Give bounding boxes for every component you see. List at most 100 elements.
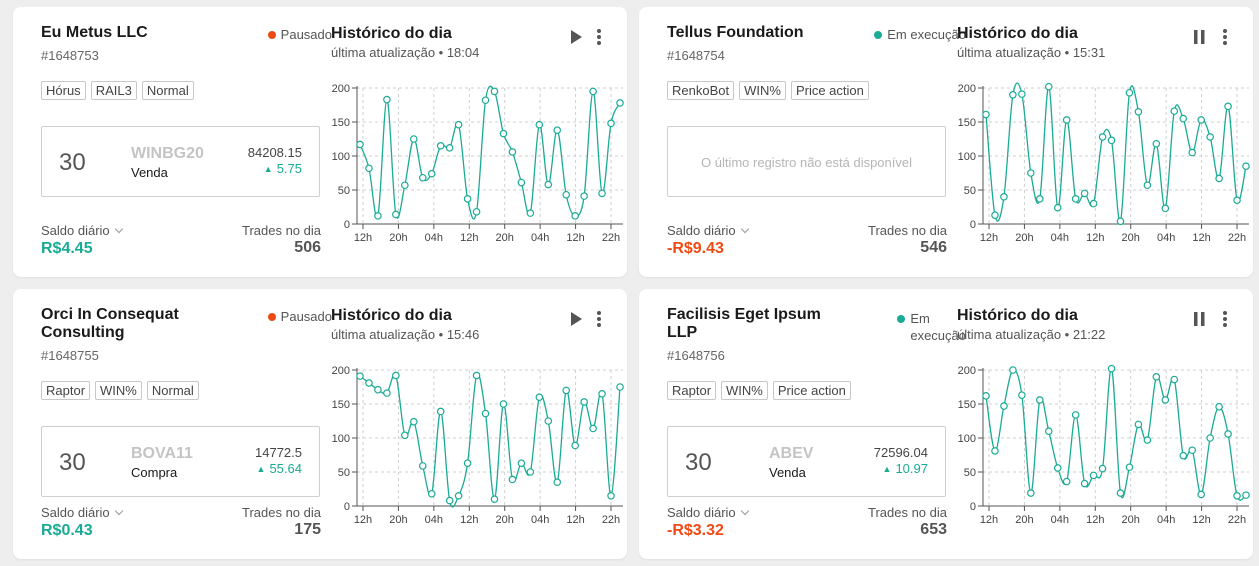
- tag: Price action: [772, 381, 851, 400]
- bot-card: Eu Metus LLC #1648753 Pausado Hórus RAIL3 Nor…: [13, 7, 627, 277]
- tag: Normal: [141, 81, 194, 100]
- data-point: [1080, 479, 1089, 488]
- order-change-value: 55.64: [269, 461, 302, 476]
- data-point: [1018, 90, 1026, 98]
- trades-label: Trades no dia: [867, 505, 947, 520]
- data-point: [1098, 464, 1107, 473]
- bot-name-line: Orci In Consequat: [41, 306, 179, 323]
- y-tick-label: 50: [338, 185, 350, 197]
- y-tick-label: 50: [964, 467, 976, 479]
- pause-icon[interactable]: [1193, 311, 1207, 332]
- tag: RAIL3: [90, 81, 137, 100]
- series-line: [985, 367, 1247, 501]
- data-point: [526, 468, 535, 476]
- bot-card: Tellus Foundation #1648754 Em execução Renk…: [639, 7, 1253, 277]
- x-tick-label: 20h: [389, 514, 407, 526]
- data-point: [1062, 116, 1071, 124]
- history-title: Histórico do dia: [957, 25, 1078, 42]
- arrow-up-icon: ▲: [263, 164, 273, 174]
- data-point: [562, 386, 571, 395]
- more-options-icon[interactable]: [597, 29, 601, 45]
- arrow-up-icon: ▲: [882, 464, 892, 474]
- play-icon[interactable]: [570, 311, 584, 332]
- data-point: [472, 207, 481, 216]
- bot-code: #1648755: [41, 348, 99, 363]
- data-point: [1107, 364, 1116, 373]
- data-point: [598, 189, 606, 198]
- x-tick-label: 20h: [496, 232, 514, 244]
- trades-label: Trades no dia: [241, 223, 321, 238]
- x-tick-label: 12h: [1192, 232, 1210, 244]
- y-tick-label: 100: [332, 433, 350, 445]
- more-options-icon[interactable]: [597, 311, 601, 327]
- bot-code: #1648756: [667, 348, 725, 363]
- series-line: [985, 82, 1247, 222]
- x-tick-label: 04h: [1051, 232, 1069, 244]
- data-point: [1027, 489, 1035, 497]
- x-tick-label: 22h: [602, 232, 620, 244]
- data-point: [1233, 196, 1241, 205]
- y-tick-label: 150: [332, 399, 350, 411]
- pause-icon[interactable]: [1193, 29, 1207, 50]
- data-point: [1134, 420, 1143, 429]
- data-point: [1098, 133, 1107, 141]
- saldo-toggle[interactable]: Saldo diário: [41, 223, 123, 238]
- data-point: [427, 169, 436, 178]
- data-point: [383, 95, 391, 104]
- tag: Normal: [146, 381, 199, 400]
- y-tick-label: 50: [964, 185, 976, 197]
- data-point: [401, 431, 409, 440]
- saldo-toggle[interactable]: Saldo diário: [41, 505, 123, 520]
- x-tick-label: 04h: [425, 514, 443, 526]
- data-point: [499, 129, 508, 138]
- x-tick-label: 04h: [531, 514, 549, 526]
- data-point: [616, 99, 624, 107]
- data-point: [571, 441, 579, 450]
- tag: RenkoBot: [667, 81, 735, 100]
- history-chart: 0 50 100 150 200 12h 20h 04h 12h 20h 04h 12h 22h: [958, 82, 1250, 244]
- data-point: [1000, 402, 1008, 410]
- order-change: ▲ 10.97: [883, 461, 928, 476]
- more-options-icon[interactable]: [1223, 311, 1227, 327]
- data-point: [490, 495, 499, 504]
- data-point: [374, 212, 382, 220]
- data-point: [1009, 366, 1017, 374]
- data-point: [580, 192, 588, 200]
- data-point: [508, 148, 517, 156]
- saldo-toggle[interactable]: Saldo diário: [667, 505, 749, 520]
- tag-list: Raptor WIN% Normal: [41, 381, 199, 400]
- trades-value: 506: [294, 239, 321, 256]
- bot-name-line: Eu Metus LLC: [41, 24, 148, 41]
- x-tick-label: 20h: [389, 232, 407, 244]
- play-icon[interactable]: [570, 29, 584, 50]
- status-text-line: Pausado: [280, 27, 332, 42]
- data-point: [383, 389, 391, 397]
- saldo-value: -R$9.43: [667, 240, 724, 257]
- saldo-label: Saldo diário: [667, 505, 736, 520]
- bot-name-line: Facilisis Eget Ipsum: [667, 306, 821, 323]
- bot-name: Orci In Consequat Consulting: [41, 306, 179, 342]
- x-tick-label: 04h: [531, 232, 549, 244]
- history-chart: 0 50 100 150 200 12h 20h 04h 12h 20h 04h 12h 22h: [332, 83, 624, 244]
- x-tick-label: 22h: [602, 514, 620, 526]
- data-point: [517, 178, 526, 187]
- status-text: Pausado: [281, 308, 332, 325]
- history-updated: última atualização • 15:31: [957, 45, 1106, 60]
- more-options-icon[interactable]: [1223, 29, 1227, 45]
- data-point: [374, 385, 382, 394]
- y-tick-label: 150: [958, 117, 976, 129]
- y-tick-label: 200: [958, 83, 976, 95]
- bot-name: Facilisis Eget Ipsum LLP: [667, 306, 821, 342]
- status-text-line: Pausado: [280, 309, 332, 324]
- saldo-toggle[interactable]: Saldo diário: [667, 223, 749, 238]
- data-point: [1224, 430, 1232, 438]
- x-tick-label: 12h: [1086, 514, 1104, 526]
- last-order-box: 30 ABEV Venda 72596.04 ▲ 10.97: [667, 426, 946, 497]
- order-price: 72596.04: [873, 445, 928, 460]
- data-point: [418, 173, 427, 182]
- chevron-down-icon: [740, 224, 749, 233]
- x-tick-label: 04h: [1051, 514, 1069, 526]
- data-point: [553, 126, 562, 134]
- data-point: [607, 119, 615, 128]
- data-point: [356, 372, 364, 380]
